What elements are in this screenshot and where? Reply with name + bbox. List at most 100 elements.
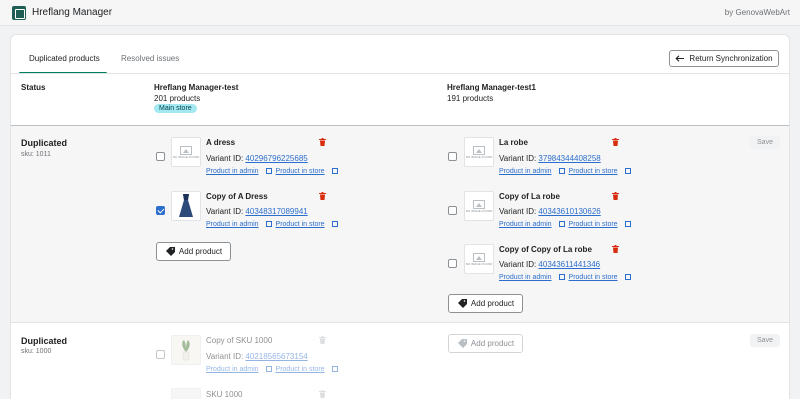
no-image-icon — [180, 145, 192, 155]
product-in-admin-link[interactable]: Product in admin — [499, 274, 552, 281]
product-thumbnail — [171, 335, 201, 365]
group-status-title: Duplicated — [21, 336, 68, 346]
store1-count: 201 products — [154, 94, 201, 103]
app-logo-icon — [12, 6, 26, 20]
product-checkbox-checked[interactable] — [156, 206, 165, 215]
product-name: A dress — [206, 138, 236, 147]
product-in-admin-link[interactable]: Product in admin — [206, 168, 259, 175]
product-in-store-link[interactable]: Product in store — [276, 221, 325, 228]
plant-image — [182, 340, 190, 361]
product-links: Product in admin Product in store — [206, 221, 342, 228]
add-product-icon — [457, 339, 467, 348]
trash-icon[interactable] — [319, 138, 326, 146]
variant-id-link[interactable]: 40296796225685 — [245, 154, 307, 163]
main-store-badge: Main store — [154, 104, 197, 113]
duplicate-group: Duplicated sku: 1000 Save Copy of SKU 10… — [11, 324, 789, 399]
product-in-admin-link[interactable]: Product in admin — [206, 366, 259, 373]
dress-image — [179, 194, 193, 217]
trash-icon[interactable] — [319, 336, 326, 344]
trash-icon[interactable] — [612, 192, 619, 200]
variant-label: Variant ID: — [206, 207, 246, 216]
variant-id-row: Variant ID: 40343610130626 — [499, 207, 601, 216]
external-link-icon — [558, 168, 565, 175]
product-in-store-link[interactable]: Product in store — [569, 274, 618, 281]
product-links: Product in admin Product in store — [206, 168, 342, 175]
trash-icon[interactable] — [319, 192, 326, 200]
store2-name: Hreflang Manager-test1 — [447, 83, 536, 92]
product-in-admin-link[interactable]: Product in admin — [499, 168, 552, 175]
product-in-store-link[interactable]: Product in store — [276, 168, 325, 175]
product-in-store-link[interactable]: Product in store — [569, 168, 618, 175]
tabs-divider — [11, 73, 789, 74]
return-synchronization-label: Return Synchronization — [689, 54, 773, 63]
trash-icon[interactable] — [612, 245, 619, 253]
developer-credit: by GenovaWebArt — [724, 8, 790, 17]
variant-id-link[interactable]: 37984344408258 — [538, 154, 600, 163]
no-image-icon — [473, 145, 485, 155]
group-sku: sku: 1000 — [21, 348, 52, 355]
main-card: Duplicated products Resolved issues Retu… — [10, 34, 790, 399]
arrow-left-icon — [675, 55, 685, 62]
product-links: Product in admin Product in store — [499, 274, 635, 281]
group-sku: sku: 1011 — [21, 151, 51, 158]
product-checkbox[interactable] — [448, 259, 457, 268]
variant-id-link[interactable]: 40343611441346 — [538, 260, 600, 269]
product-checkbox[interactable] — [156, 152, 165, 161]
status-column-header: Status — [21, 83, 46, 92]
product-thumbnail — [171, 191, 201, 221]
duplicate-group: Duplicated sku: 1011 Save NO IMAGE FOUND… — [11, 126, 789, 323]
trash-icon[interactable] — [612, 138, 619, 146]
variant-label: Variant ID: — [499, 207, 539, 216]
no-image-text: NO IMAGE FOUND — [465, 154, 493, 159]
save-button[interactable]: Save — [750, 334, 780, 347]
product-links: Product in admin Product in store — [206, 366, 342, 373]
return-synchronization-button[interactable]: Return Synchronization — [669, 50, 779, 67]
product-name: Copy of La robe — [499, 192, 560, 201]
store1-name: Hreflang Manager-test — [154, 83, 239, 92]
variant-id-row: Variant ID: 40343611441346 — [499, 260, 600, 269]
product-checkbox[interactable] — [156, 350, 165, 359]
tab-duplicated-products[interactable]: Duplicated products — [29, 54, 100, 63]
product-checkbox[interactable] — [448, 152, 457, 161]
product-thumbnail: NO IMAGE FOUND — [464, 137, 494, 167]
tab-resolved-issues[interactable]: Resolved issues — [121, 54, 179, 63]
variant-id-link[interactable]: 40348317089941 — [245, 207, 307, 216]
save-button[interactable]: Save — [750, 136, 780, 149]
add-product-label: Add product — [470, 299, 515, 308]
variant-id-link[interactable]: 40343610130626 — [538, 207, 600, 216]
product-thumbnail: NO IMAGE FOUND — [464, 191, 494, 221]
external-link-icon — [624, 168, 631, 175]
product-thumbnail: NO IMAGE FOUND — [464, 244, 494, 274]
external-link-icon — [558, 274, 565, 281]
store2-count: 191 products — [447, 94, 494, 103]
product-name: Copy of SKU 1000 — [206, 336, 273, 345]
variant-id-row: Variant ID: 40296796225685 — [206, 154, 308, 163]
add-product-button-disabled[interactable]: Add product — [448, 334, 523, 353]
product-in-admin-link[interactable]: Product in admin — [499, 221, 552, 228]
trash-icon[interactable] — [319, 390, 326, 398]
product-in-store-link[interactable]: Product in store — [569, 221, 618, 228]
product-thumbnail: NO IMAGE FOUND — [171, 137, 201, 167]
add-product-button[interactable]: Add product — [156, 242, 231, 261]
variant-label: Variant ID: — [499, 260, 539, 269]
product-in-store-link[interactable]: Product in store — [276, 366, 325, 373]
no-image-text: NO IMAGE FOUND — [465, 208, 493, 213]
external-link-icon — [558, 221, 565, 228]
app-title: Hreflang Manager — [32, 7, 113, 18]
product-checkbox[interactable] — [448, 206, 457, 215]
add-product-button[interactable]: Add product — [448, 294, 523, 313]
external-link-icon — [331, 221, 338, 228]
no-image-text: NO IMAGE FOUND — [465, 261, 493, 266]
variant-label: Variant ID: — [206, 352, 246, 361]
external-link-icon — [331, 168, 338, 175]
variant-id-link[interactable]: 40218565673154 — [245, 352, 307, 361]
add-product-label: Add product — [178, 247, 223, 256]
product-links: Product in admin Product in store — [499, 221, 635, 228]
add-product-label: Add product — [470, 339, 515, 348]
product-thumbnail — [171, 388, 201, 399]
product-in-admin-link[interactable]: Product in admin — [206, 221, 259, 228]
variant-id-row: Variant ID: 40218565673154 — [206, 352, 308, 361]
variant-label: Variant ID: — [499, 154, 539, 163]
add-product-icon — [457, 299, 467, 308]
no-image-text: NO IMAGE FOUND — [172, 154, 200, 159]
